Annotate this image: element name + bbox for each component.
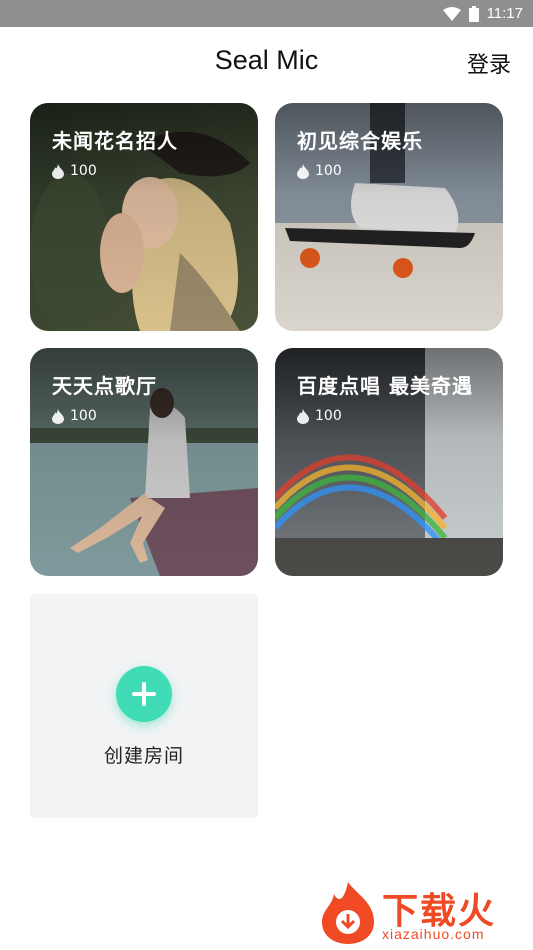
- room-name: 未闻花名招人: [52, 129, 178, 153]
- login-button[interactable]: 登录: [467, 47, 511, 79]
- flame-icon: [52, 408, 64, 424]
- battery-icon: [468, 5, 479, 22]
- flame-logo-icon: [322, 882, 374, 944]
- room-heat: 100: [52, 408, 97, 424]
- room-heat-value: 100: [70, 163, 97, 179]
- room-heat-value: 100: [315, 408, 342, 424]
- room-name: 初见综合娱乐: [297, 129, 423, 153]
- wifi-icon: [442, 6, 461, 21]
- watermark-logo: 下载火 xiazaihuo.com: [316, 880, 530, 946]
- room-heat-value: 100: [315, 163, 342, 179]
- create-room-card[interactable]: 创建房间: [30, 594, 258, 818]
- create-room-label: 创建房间: [103, 745, 184, 767]
- room-heat: 100: [297, 408, 342, 424]
- status-time: 11:17: [486, 5, 523, 22]
- room-heat-value: 100: [70, 408, 97, 424]
- flame-icon: [52, 163, 64, 179]
- watermark-domain: xiazaihuo.com: [382, 926, 485, 942]
- app-title: Seal Mic: [214, 45, 319, 75]
- room-card[interactable]: 初见综合娱乐 100: [275, 103, 503, 331]
- status-bar: 11:17: [0, 0, 533, 27]
- room-heat: 100: [297, 163, 342, 179]
- plus-icon: [132, 682, 156, 706]
- app-header: Seal Mic 登录: [0, 27, 533, 97]
- room-heat: 100: [52, 163, 97, 179]
- flame-icon: [297, 163, 309, 179]
- room-card[interactable]: 未闻花名招人 100: [30, 103, 258, 331]
- create-room-button[interactable]: [116, 666, 172, 722]
- flame-icon: [297, 408, 309, 424]
- room-card[interactable]: 百度点唱 最美奇遇 100: [275, 348, 503, 576]
- room-name: 天天点歌厅: [52, 374, 157, 398]
- room-card[interactable]: 天天点歌厅 100: [30, 348, 258, 576]
- room-name: 百度点唱 最美奇遇: [297, 374, 473, 398]
